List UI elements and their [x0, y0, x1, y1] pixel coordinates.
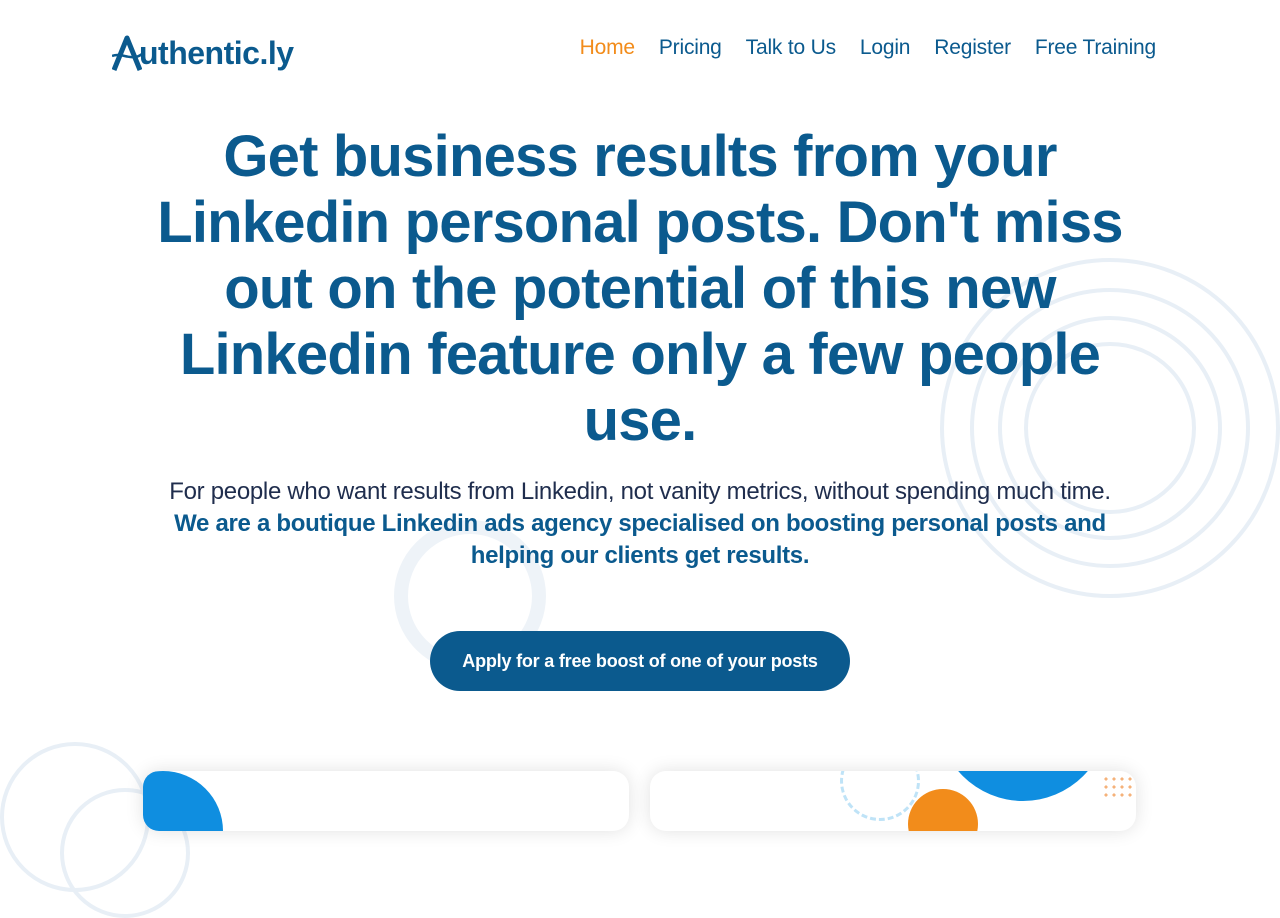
nav-pricing[interactable]: Pricing	[659, 36, 722, 60]
hero-subtitle: For people who want results from Linkedi…	[169, 478, 1111, 505]
hero-title: Get business results from your Linkedin …	[157, 124, 1123, 453]
blue-circle-decoration	[938, 771, 1108, 801]
dotted-pattern-decoration	[1102, 775, 1134, 799]
orange-circle-decoration	[908, 789, 978, 831]
site-header: uthentic.ly Home Pricing Talk to Us Logi…	[0, 0, 1280, 100]
logo-text: uthentic.ly	[139, 35, 294, 71]
feature-card-right	[650, 771, 1136, 831]
feature-card-left	[143, 771, 629, 831]
nav-login[interactable]: Login	[860, 36, 911, 60]
main-nav: Home Pricing Talk to Us Login Register F…	[580, 36, 1157, 60]
dashed-arc-decoration	[840, 771, 920, 821]
nav-talk-to-us[interactable]: Talk to Us	[746, 36, 836, 60]
nav-home[interactable]: Home	[580, 36, 635, 60]
nav-register[interactable]: Register	[934, 36, 1011, 60]
hero-tagline: We are a boutique Linkedin ads agency sp…	[174, 510, 1106, 569]
blue-circle-decoration	[143, 771, 223, 831]
nav-free-training[interactable]: Free Training	[1035, 36, 1156, 60]
logo[interactable]: uthentic.ly	[111, 30, 294, 72]
logo-mark-icon	[111, 34, 143, 72]
apply-free-boost-button[interactable]: Apply for a free boost of one of your po…	[430, 631, 850, 691]
